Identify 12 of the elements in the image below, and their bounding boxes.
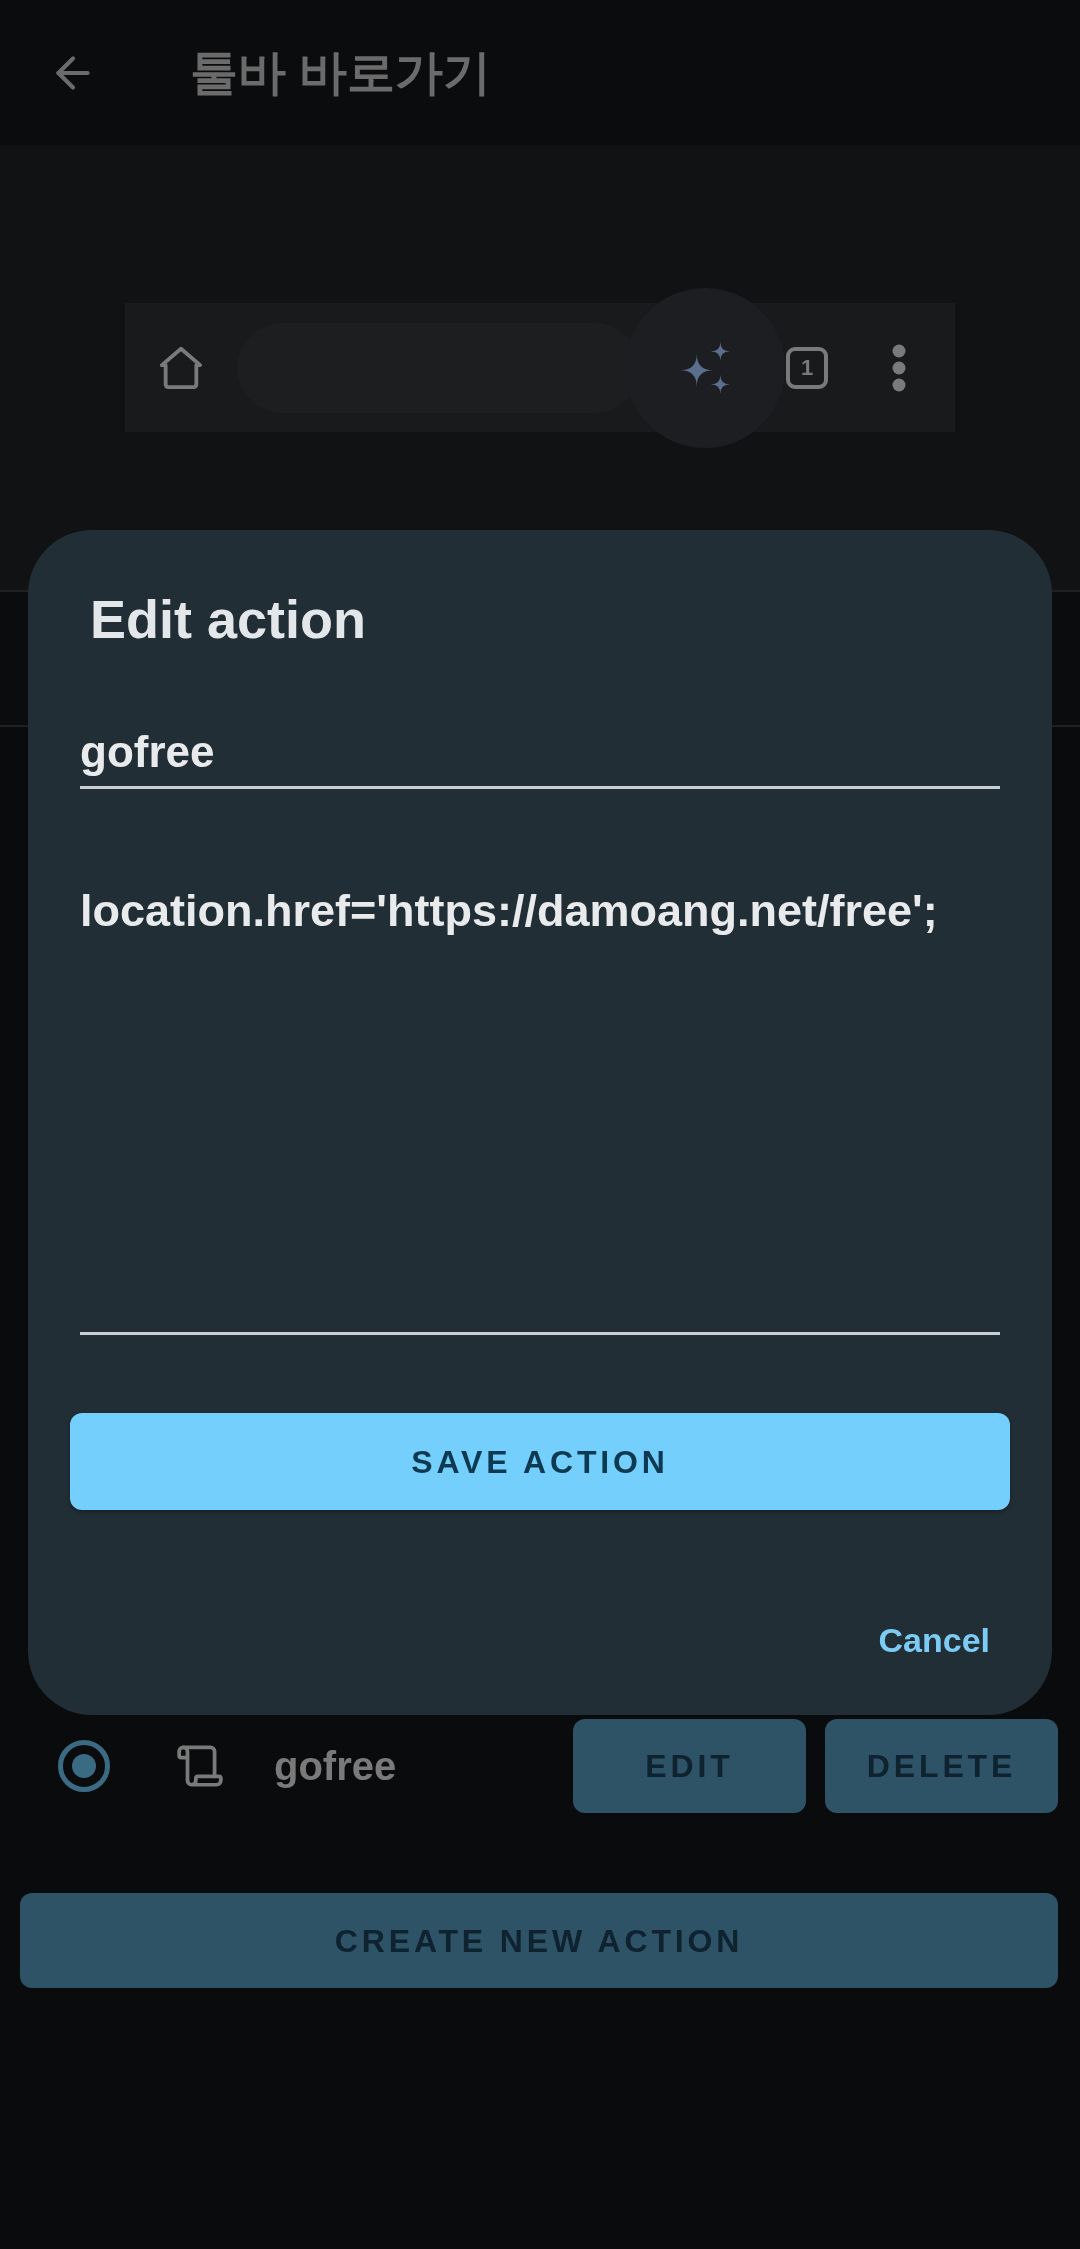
dialog-title: Edit action: [90, 588, 366, 650]
cancel-button[interactable]: Cancel: [864, 1608, 1004, 1672]
radio-button[interactable]: [58, 1740, 110, 1792]
script-field[interactable]: location.href='https://damoang.net/free';: [80, 848, 1000, 1335]
save-action-button[interactable]: SAVE ACTION: [70, 1413, 1010, 1510]
action-name: gofree: [274, 1746, 397, 1786]
more-menu-icon: [892, 343, 906, 392]
page-title: 툴바 바로가기: [190, 48, 492, 97]
sparkle-icon: [680, 341, 730, 394]
name-field[interactable]: gofree: [80, 718, 1000, 789]
home-icon: [158, 344, 204, 391]
tab-counter: 1: [786, 346, 828, 389]
